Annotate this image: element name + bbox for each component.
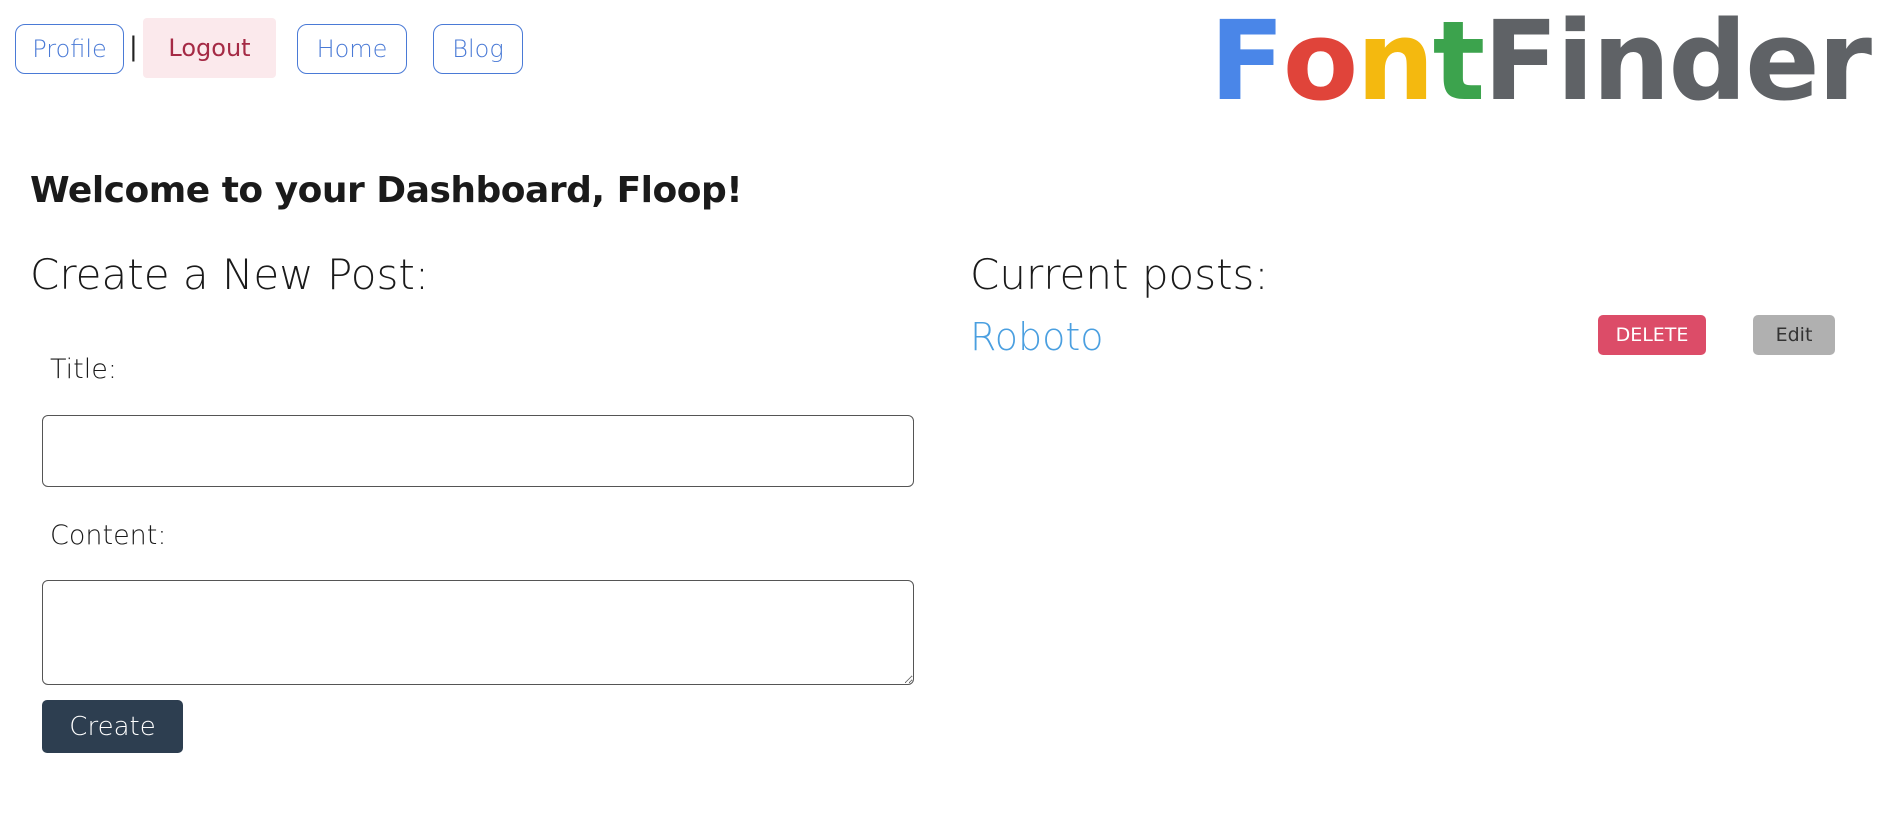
home-button[interactable]: Home: [297, 24, 407, 74]
title-input[interactable]: [42, 415, 914, 487]
blog-button[interactable]: Blog: [433, 24, 523, 74]
welcome-heading: Welcome to your Dashboard, Floop!: [30, 170, 743, 211]
nav-separator: |: [129, 32, 138, 62]
logo-letter-o: o: [1282, 0, 1359, 125]
create-button[interactable]: Create: [42, 700, 183, 753]
logo-letter-f: F: [1209, 0, 1285, 125]
edit-post-button[interactable]: Edit: [1753, 315, 1835, 355]
logo-letter-n: n: [1356, 0, 1434, 125]
logo-letter-t: t: [1432, 0, 1486, 125]
create-post-heading: Create a New Post:: [30, 250, 429, 299]
post-item: Roboto DELETE Edit: [970, 315, 1840, 360]
delete-post-button[interactable]: DELETE: [1598, 315, 1706, 355]
dashboard-page: Profile | Logout Home Blog FontFinder We…: [0, 0, 1892, 823]
logo-word-finder: Finder: [1483, 0, 1872, 125]
post-title-link[interactable]: Roboto: [970, 315, 1103, 359]
title-label: Title:: [50, 354, 117, 385]
content-label: Content:: [50, 520, 167, 551]
profile-button[interactable]: Profile: [15, 24, 124, 74]
content-textarea[interactable]: [42, 580, 914, 685]
logout-button[interactable]: Logout: [143, 18, 276, 78]
current-posts-heading: Current posts:: [970, 250, 1269, 299]
fontfinder-logo: FontFinder: [1209, 0, 1872, 125]
